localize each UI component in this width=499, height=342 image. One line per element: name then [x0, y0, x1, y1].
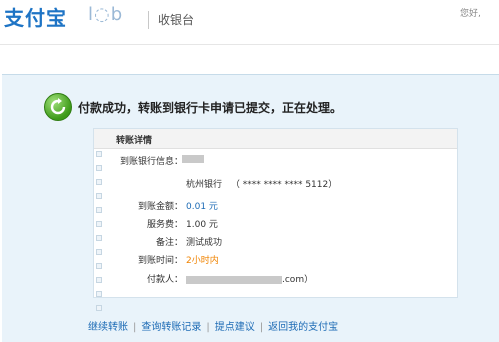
arrival-time-label: 到账时间： — [137, 256, 183, 266]
header-rule — [0, 44, 499, 45]
card-title: 转账详情 — [116, 136, 153, 146]
back-to-alipay-link[interactable]: 返回我的支付宝 — [268, 322, 338, 333]
continue-transfer-link[interactable]: 继续转账 — [88, 322, 128, 333]
page-title: 收银台 — [158, 13, 195, 27]
user-greeting: 您好, — [460, 9, 481, 19]
link-separator: | — [133, 322, 137, 333]
payer-label: 付款人： — [146, 275, 183, 285]
link-separator: | — [206, 322, 210, 333]
note-value: 测试成功 — [186, 238, 223, 248]
note-label: 备注： — [155, 238, 183, 248]
payer-suffix: .com） — [282, 275, 314, 285]
feedback-link[interactable]: 提点建议 — [215, 322, 255, 333]
amount-label: 到账金额： — [137, 202, 183, 212]
query-transfer-records-link[interactable]: 查询转账记录 — [141, 322, 201, 333]
bank-name: 杭州银行 — [186, 180, 223, 190]
status-message: 付款成功，转账到银行卡申请已提交，正在处理。 — [78, 101, 343, 115]
link-separator: | — [259, 322, 264, 333]
header: 支付宝 l◌b 收银台 您好, — [0, 0, 499, 58]
fee-value: 1.00 元 — [186, 220, 218, 230]
lab-logo: l◌b — [88, 4, 124, 25]
fee-label: 服务费： — [146, 220, 183, 230]
arrival-time-value: 2小时内 — [186, 256, 219, 266]
masked-bank-info — [182, 154, 204, 164]
alipay-logo[interactable]: 支付宝 — [4, 2, 67, 31]
header-divider — [148, 11, 149, 29]
action-links: 继续转账 | 查询转账记录 | 提点建议 | 返回我的支付宝 — [88, 318, 338, 333]
payer-value: .com） — [186, 272, 313, 285]
amount-value: 0.01 元 — [186, 202, 218, 212]
card-number: （ **** **** **** 5112） — [230, 180, 338, 190]
success-arrow-icon — [44, 93, 72, 121]
card-header: 转账详情 — [94, 129, 457, 149]
bank-info-label: 到账银行信息： — [119, 157, 183, 167]
bank-account-row: 杭州银行 （ **** **** **** 5112） — [186, 177, 337, 190]
